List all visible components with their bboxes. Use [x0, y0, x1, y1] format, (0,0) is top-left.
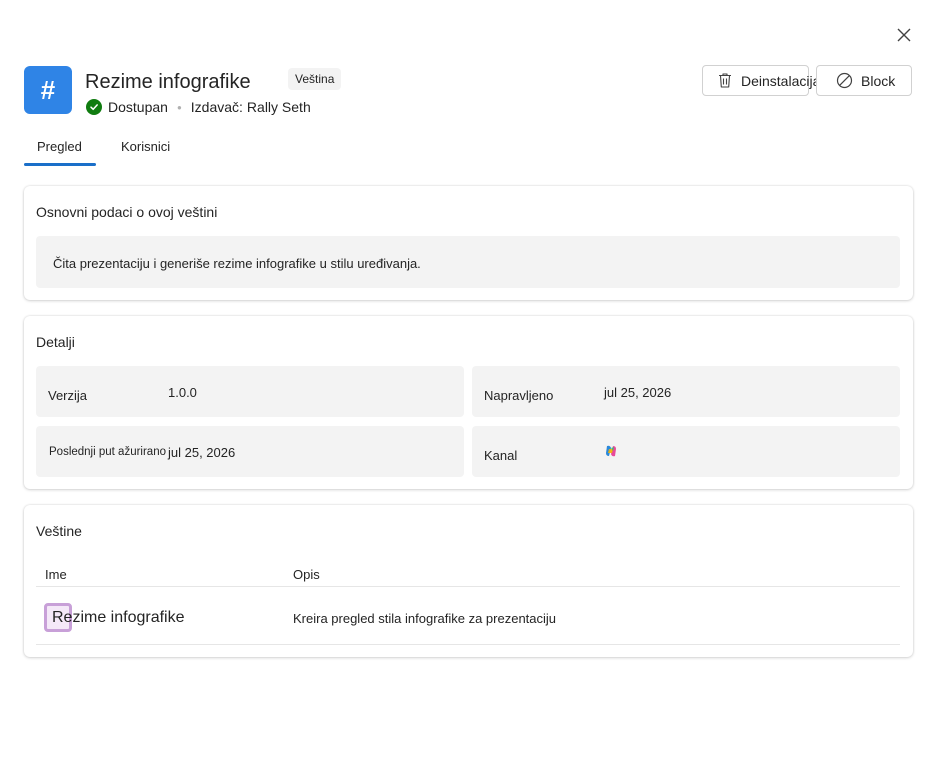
uninstall-button[interactable]: Deinstalacija	[702, 65, 820, 96]
tab-overview[interactable]: Pregled	[24, 132, 96, 166]
app-icon: #	[24, 66, 72, 114]
close-icon	[897, 28, 911, 42]
tab-bar: Pregled Korisnici	[24, 132, 170, 166]
trash-icon	[717, 72, 733, 89]
uninstall-label: Deinstalacija	[741, 72, 821, 89]
about-description: Čita prezentaciju i generiše rezime info…	[36, 236, 900, 288]
version-value: 1.0.0	[168, 385, 197, 400]
block-label: Block	[861, 72, 896, 89]
about-card: Osnovni podaci o ovoj veštini Čita preze…	[24, 186, 913, 300]
status-text: Dostupan	[108, 99, 168, 115]
detail-created: Napravljeno jul 25, 2026	[472, 366, 900, 417]
details-title: Detalji	[36, 334, 75, 350]
updated-label: Poslednji put ažurirano	[49, 446, 166, 458]
close-button[interactable]	[892, 23, 916, 47]
meta-row: Dostupan ● Izdavač: Rally Seth	[86, 97, 311, 117]
version-label: Verzija	[48, 388, 88, 403]
detail-updated: Poslednji put ažurirano jul 25, 2026	[36, 426, 464, 477]
updated-value: jul 25, 2026	[168, 445, 236, 460]
detail-version: Verzija 1.0.0	[36, 366, 464, 417]
column-header-name[interactable]: Ime	[45, 567, 67, 582]
app-title: Rezime infografike	[85, 71, 251, 93]
block-icon	[836, 72, 853, 89]
created-label: Napravljeno	[484, 388, 554, 403]
table-row[interactable]: Rezime infografike Kreira pregled stila …	[36, 587, 900, 645]
details-card: Detalji Verzija 1.0.0 Napravljeno jul 25…	[24, 316, 913, 489]
skills-title: Veštine	[36, 523, 82, 539]
skill-name: Rezime infografike	[52, 608, 185, 626]
skill-name-cell: Rezime infografike	[44, 603, 185, 632]
skill-description: Kreira pregled stila infografike za prez…	[293, 611, 557, 626]
detail-channel: Kanal	[472, 426, 900, 477]
skills-card: Veštine Ime Opis Rezime infografike Krei…	[24, 505, 913, 657]
copilot-icon	[604, 444, 618, 461]
publisher-name: Rally Seth	[246, 99, 311, 115]
column-header-description[interactable]: Opis	[293, 567, 320, 582]
type-badge: Veština	[288, 68, 342, 90]
separator-dot: ●	[176, 102, 182, 112]
about-title: Osnovni podaci o ovoj veštini	[36, 204, 218, 220]
check-circle-icon	[86, 99, 102, 115]
table-header: Ime Opis	[36, 557, 900, 587]
tab-users[interactable]: Korisnici	[121, 132, 170, 166]
channel-label: Kanal	[484, 448, 518, 463]
publisher-label: Izdavač:	[190, 99, 243, 115]
block-button[interactable]: Block	[816, 65, 912, 96]
created-value: jul 25, 2026	[604, 385, 672, 400]
